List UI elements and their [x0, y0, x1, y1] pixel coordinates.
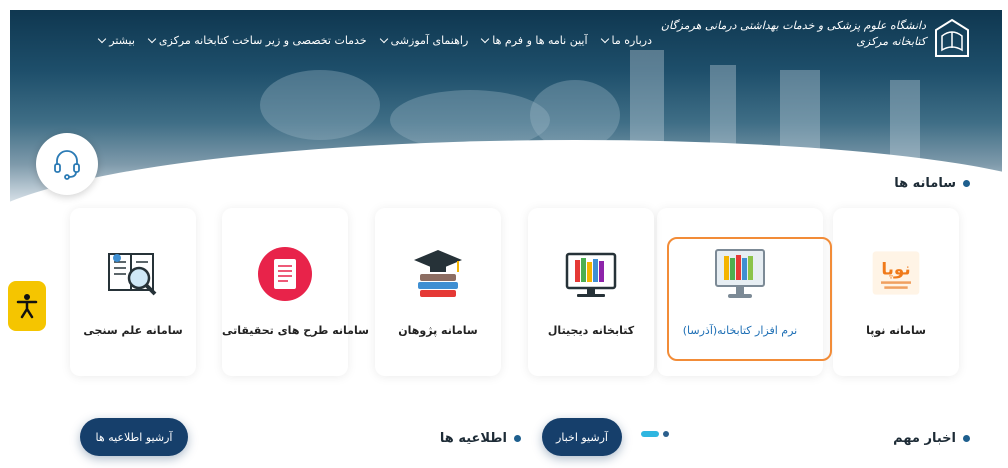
banner-foliage [260, 70, 380, 140]
bullet-dot [963, 180, 970, 187]
chevron-down-icon [147, 34, 157, 44]
nav-item-regulations[interactable]: آیین نامه ها و فرم ها [481, 34, 588, 47]
system-card-label: سامانه پژوهان [398, 324, 478, 337]
highlight-outline [667, 237, 832, 361]
nav-label: خدمات تخصصی و زیر ساخت کتابخانه مرکزی [158, 34, 367, 47]
nav-item-more[interactable]: بیشتر [98, 34, 135, 47]
section-title: سامانه ها [894, 176, 956, 191]
nopa-logo-icon: نوپا [872, 251, 920, 295]
system-card-label: سامانه نوپا [866, 324, 926, 337]
bullet-dot [514, 435, 521, 442]
nav-label: درباره ما [611, 34, 652, 47]
indicator-active[interactable] [641, 431, 659, 437]
main-nav: درباره ما آیین نامه ها و فرم ها راهنمای … [98, 34, 652, 47]
nav-item-services[interactable]: خدمات تخصصی و زیر ساخت کتابخانه مرکزی [147, 34, 367, 47]
bullet-dot [963, 435, 970, 442]
system-card-research[interactable]: سامانه طرح های تحقیقاتی [222, 208, 369, 376]
nav-label: بیشتر [109, 34, 135, 47]
logo-text: دانشگاه علوم پزشکی و خدمات بهداشتی درمان… [661, 18, 926, 50]
system-card-nopa[interactable]: نوپا سامانه نوپا [833, 208, 959, 376]
research-document-icon [258, 247, 312, 301]
graduation-books-icon [414, 250, 462, 297]
news-heading: اخبار مهم [893, 431, 970, 446]
support-button[interactable] [36, 133, 98, 195]
accessibility-icon [16, 294, 38, 319]
system-card-scientometrics[interactable]: سامانه علم سنجی [70, 208, 196, 376]
chevron-down-icon [379, 34, 388, 44]
systems-heading: سامانه ها [894, 176, 970, 191]
news-archive-button[interactable]: آرشیو اخبار [542, 418, 622, 456]
announcements-heading: اطلاعیه ها [440, 431, 521, 446]
digital-library-icon [565, 252, 617, 297]
nav-item-about[interactable]: درباره ما [600, 34, 652, 47]
logo-title: دانشگاه علوم پزشکی و خدمات بهداشتی درمان… [660, 19, 926, 32]
site-logo[interactable]: دانشگاه علوم پزشکی و خدمات بهداشتی درمان… [661, 18, 970, 58]
button-label: آرشیو اخبار [556, 430, 608, 444]
section-title: اطلاعیه ها [439, 431, 507, 446]
news-slider-indicator [641, 431, 669, 437]
chevron-down-icon [600, 34, 609, 44]
system-card-pajouhan[interactable]: سامانه پژوهان [375, 208, 501, 376]
university-emblem-icon [935, 18, 969, 57]
banner-curve [10, 140, 1002, 215]
chevron-down-icon [98, 34, 107, 44]
system-card-label: کتابخانه دیجیتال [547, 324, 635, 337]
announcements-archive-button[interactable]: آرشیو اطلاعیه ها [80, 418, 188, 456]
nav-item-guides[interactable]: راهنمای آموزشی [379, 34, 469, 47]
section-title: اخبار مهم [893, 431, 956, 446]
system-card-digital-library[interactable]: کتابخانه دیجیتال [528, 208, 654, 376]
button-label: آرشیو اطلاعیه ها [95, 430, 173, 444]
nav-label: آیین نامه ها و فرم ها [492, 34, 588, 47]
nopa-logo-text: نوپا [881, 260, 910, 280]
scientometrics-icon [108, 253, 157, 296]
logo-subtitle: کتابخانه مرکزی [856, 35, 926, 48]
accessibility-button[interactable] [8, 281, 46, 331]
headset-icon [54, 150, 80, 180]
indicator-dot[interactable] [663, 431, 669, 437]
system-card-label: سامانه علم سنجی [83, 324, 183, 337]
system-card-label: سامانه طرح های تحقیقاتی [222, 324, 369, 337]
chevron-down-icon [481, 34, 490, 44]
nav-label: راهنمای آموزشی [390, 34, 469, 47]
